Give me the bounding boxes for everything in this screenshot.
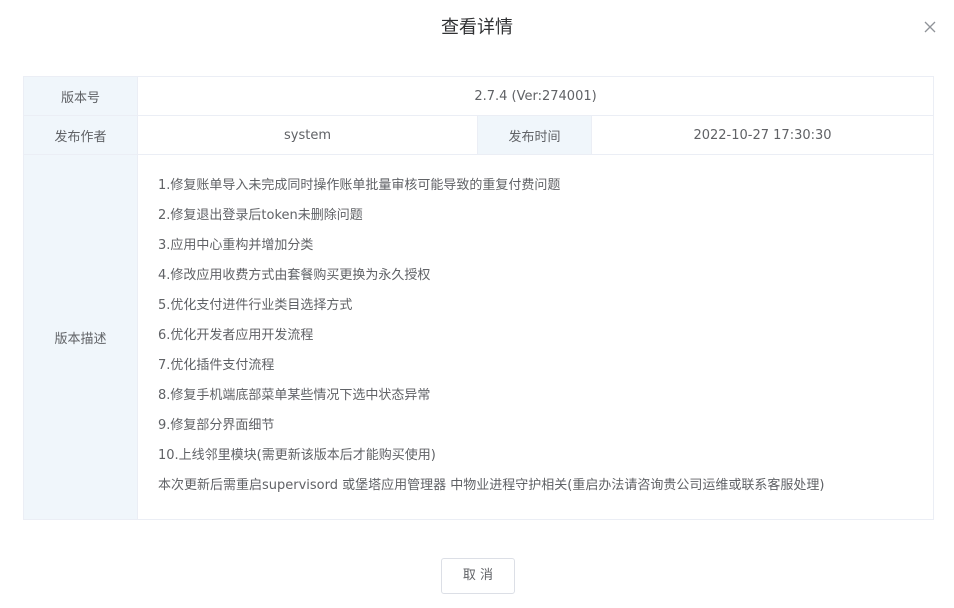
publish-time-label: 发布时间 bbox=[477, 115, 592, 155]
description-line: 5.优化支付进件行业类目选择方式 bbox=[158, 298, 353, 313]
author-row: 发布作者 system 发布时间 2022-10-27 17:30:30 bbox=[23, 115, 935, 155]
version-label: 版本号 bbox=[23, 76, 138, 116]
publish-time-value: 2022-10-27 17:30:30 bbox=[590, 115, 935, 155]
description-line: 3.应用中心重构并增加分类 bbox=[158, 238, 314, 253]
description-label: 版本描述 bbox=[23, 154, 138, 520]
description-line: 1.修复账单导入未完成同时操作账单批量审核可能导致的重复付费问题 bbox=[158, 178, 561, 193]
description-line: 10.上线邻里模块(需更新该版本后才能购买使用) bbox=[158, 448, 436, 463]
author-value: system bbox=[137, 115, 478, 155]
description-row: 版本描述 1.修复账单导入未完成同时操作账单批量审核可能导致的重复付费问题 2.修… bbox=[23, 154, 935, 520]
description-line: 6.优化开发者应用开发流程 bbox=[158, 328, 314, 343]
description-line: 7.优化插件支付流程 bbox=[158, 358, 275, 373]
dialog-title: 查看详情 bbox=[441, 17, 513, 38]
description-line: 2.修复退出登录后token未删除问题 bbox=[158, 208, 363, 223]
cancel-button[interactable]: 取 消 bbox=[441, 558, 515, 594]
author-label: 发布作者 bbox=[23, 115, 138, 155]
description-line: 本次更新后需重启supervisord 或堡塔应用管理器 中物业进程守护相关(重… bbox=[158, 478, 825, 493]
close-icon[interactable] bbox=[920, 17, 940, 37]
description-line: 8.修复手机端底部菜单某些情况下选中状态异常 bbox=[158, 388, 431, 403]
description-line: 4.修改应用收费方式由套餐购买更换为永久授权 bbox=[158, 268, 431, 283]
version-detail-table: 版本号 2.7.4 (Ver:274001) 发布作者 system 发布时间 … bbox=[23, 76, 935, 520]
version-value: 2.7.4 (Ver:274001) bbox=[136, 76, 935, 116]
description-line: 9.修复部分界面细节 bbox=[158, 418, 275, 433]
description-content: 1.修复账单导入未完成同时操作账单批量审核可能导致的重复付费问题 2.修复退出登录… bbox=[136, 154, 935, 520]
version-row: 版本号 2.7.4 (Ver:274001) bbox=[23, 76, 935, 116]
